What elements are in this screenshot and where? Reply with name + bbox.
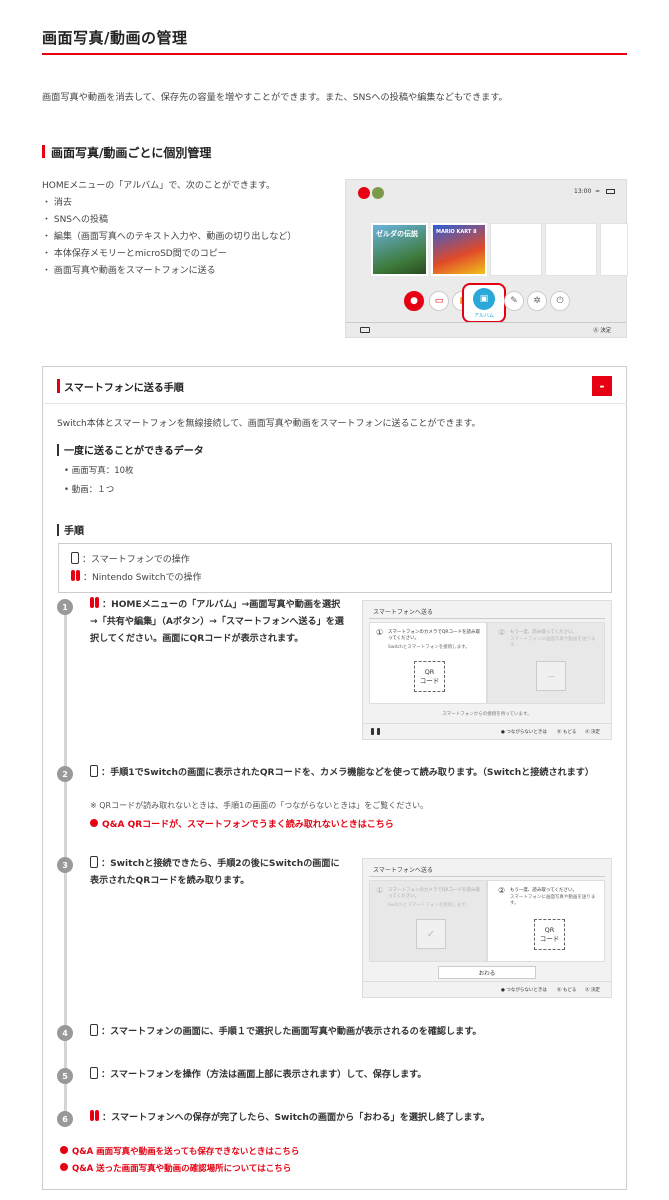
step-number: 3 bbox=[57, 857, 73, 873]
heading-marker bbox=[57, 379, 60, 393]
empty-tile bbox=[545, 223, 597, 276]
procedure-heading: 手順 bbox=[64, 526, 84, 537]
title-underline bbox=[42, 53, 627, 55]
link-icon bbox=[90, 819, 98, 827]
icon-legend: ：スマートフォンでの操作 ：Nintendo Switchでの操作 bbox=[58, 543, 612, 593]
switch-icon bbox=[71, 570, 80, 581]
empty-tile bbox=[600, 223, 628, 276]
switch-icon bbox=[90, 597, 99, 608]
wifi-icon: ≈ bbox=[595, 188, 601, 195]
list-item: ・ 本体保存メモリーとmicroSD間でのコピー bbox=[42, 249, 227, 259]
page-title: 画面写真/動画の管理 bbox=[42, 29, 188, 47]
list-item: ・ 消去 bbox=[42, 198, 72, 208]
step-6-text: ：スマートフォンへの保存が完了したら、Switchの画面から「おわる」を選択し終… bbox=[90, 1110, 612, 1127]
battery-icon bbox=[606, 189, 615, 194]
console-icon bbox=[360, 327, 370, 333]
qa-link[interactable]: Q&A QRコードが、スマートフォンでうまく読み取れないときはこちら bbox=[90, 817, 394, 830]
qr-code: QR コード bbox=[414, 661, 445, 692]
home-menu-screenshot: 13:00 ≈ ゼルダの伝説 MARIO KART 8 ● ▭ ▮ ▣ アルバム… bbox=[345, 179, 628, 338]
qa-link[interactable]: Q&A 画面写真や動画を送っても保存できないときはこちら bbox=[60, 1145, 299, 1157]
qa-link[interactable]: Q&A 送った画面写真や動画の確認場所についてはこちら bbox=[60, 1162, 291, 1174]
smartphone-icon bbox=[90, 1024, 98, 1036]
heading-marker bbox=[42, 145, 45, 158]
back-hint[interactable]: Ⓑ もどる bbox=[557, 729, 576, 735]
step-3-text: ：Switchと接続できたら、手順2の後にSwitchの画面に表示されたQRコー… bbox=[90, 856, 345, 890]
check-icon: ✓ bbox=[416, 919, 446, 949]
collapse-button[interactable]: - bbox=[592, 376, 612, 396]
step-1-text: ：HOMEメニューの「アルバム」→画面写真や動画を選択→「共有や編集」（Aボタン… bbox=[90, 597, 345, 648]
step-2-note: ※ QRコードが読み取れないときは、手順1の画面の「つながらないときは」をご覧く… bbox=[90, 801, 429, 810]
empty-tile bbox=[490, 223, 542, 276]
smartphone-icon bbox=[71, 552, 79, 564]
switch-icon bbox=[371, 728, 380, 735]
page-intro: 画面写真や動画を消去して、保存先の容量を増やすことができます。また、SNSへの投… bbox=[42, 92, 508, 103]
list-item: ・ SNSへの投稿 bbox=[42, 215, 109, 225]
confirm-hint[interactable]: Ⓐ 決定 bbox=[585, 729, 600, 735]
legend-switch: ：Nintendo Switchでの操作 bbox=[83, 573, 202, 583]
user-avatar bbox=[372, 187, 384, 199]
step-5-text: ：スマートフォンを操作（方法は画面上部に表示されます）して、保存します。 bbox=[90, 1067, 612, 1084]
album-button[interactable]: ▣ アルバム bbox=[462, 283, 506, 323]
step-number: 5 bbox=[57, 1068, 73, 1084]
confirm-hint: Ⓐ 決定 bbox=[593, 328, 612, 334]
end-button[interactable]: おわる bbox=[438, 966, 536, 979]
user-avatar bbox=[358, 187, 370, 199]
confirm-hint[interactable]: Ⓐ 決定 bbox=[585, 987, 600, 993]
switch-icon bbox=[90, 1110, 99, 1121]
step-panel-inactive: ② もう一度、読み取ってください。 スマートフォンに画面写真や動画を送ります。 … bbox=[487, 622, 605, 704]
news-icon[interactable]: ● bbox=[404, 291, 424, 311]
help-hint[interactable]: ● つながらないときは bbox=[501, 729, 547, 735]
smartphone-icon bbox=[90, 1067, 98, 1079]
game-tile-mariokart[interactable]: MARIO KART 8 bbox=[431, 223, 487, 276]
step-panel-inactive: ① スマートフォンのカメラでQRコードを読み取ってください。 Switchとスマ… bbox=[369, 880, 487, 962]
power-icon[interactable]: ⏻ bbox=[550, 291, 570, 311]
data-heading: 一度に送ることができるデータ bbox=[64, 446, 204, 457]
qr-code: QR コード bbox=[534, 919, 565, 950]
step-number: 6 bbox=[57, 1111, 73, 1127]
game-tile-zelda[interactable]: ゼルダの伝説 bbox=[371, 223, 428, 276]
album-icon: ▣ bbox=[473, 288, 495, 310]
data-item: • 画面写真：10枚 bbox=[64, 466, 134, 476]
step-panel-active: ② もう一度、読み取ってください。 スマートフォンに画面写真や動画を送ります。 … bbox=[487, 880, 605, 962]
data-item: • 動画：１つ bbox=[64, 485, 115, 495]
section-heading: 画面写真/動画ごとに個別管理 bbox=[51, 146, 212, 160]
list-item: ・ 画面写真や動画をスマートフォンに送る bbox=[42, 266, 216, 276]
list-item: ・ 編集（画面写真へのテキスト入力や、動画の切り出しなど） bbox=[42, 232, 297, 242]
send-to-phone-screen-1: スマートフォンへ送る ① スマートフォンのカメラでQRコードを読み取ってください… bbox=[362, 600, 612, 740]
legend-phone: ：スマートフォンでの操作 bbox=[82, 555, 190, 565]
eshop-icon[interactable]: ▭ bbox=[429, 291, 449, 311]
help-hint[interactable]: ● つながらないときは bbox=[501, 987, 547, 993]
settings-icon[interactable]: ✲ bbox=[527, 291, 547, 311]
link-icon bbox=[60, 1163, 68, 1171]
step-number: 4 bbox=[57, 1025, 73, 1041]
step-2-text: ：手順1でSwitchの画面に表示されたQRコードを、カメラ機能などを使って読み… bbox=[90, 765, 612, 782]
controllers-icon[interactable]: ✎ bbox=[504, 291, 524, 311]
link-icon bbox=[60, 1146, 68, 1154]
clock: 13:00 bbox=[574, 188, 592, 195]
accordion-desc: Switch本体とスマートフォンを無線接続して、画面写真や動画をスマートフォンに… bbox=[57, 419, 481, 429]
send-to-phone-screen-2: スマートフォンへ送る ① スマートフォンのカメラでQRコードを読み取ってください… bbox=[362, 858, 612, 998]
section-lead: HOMEメニューの「アルバム」で、次のことができます。 bbox=[42, 181, 275, 191]
step-number: 1 bbox=[57, 599, 73, 615]
smartphone-icon bbox=[90, 856, 98, 868]
smartphone-icon bbox=[90, 765, 98, 777]
step-panel-active: ① スマートフォンのカメラでQRコードを読み取ってください。 Switchとスマ… bbox=[369, 622, 487, 704]
back-hint[interactable]: Ⓑ もどる bbox=[557, 987, 576, 993]
step-4-text: ：スマートフォンの画面に、手順１で選択した画面写真や動画が表示されるのを確認しま… bbox=[90, 1024, 612, 1041]
accordion-title[interactable]: スマートフォンに送る手順 bbox=[64, 379, 184, 394]
step-number: 2 bbox=[57, 766, 73, 782]
